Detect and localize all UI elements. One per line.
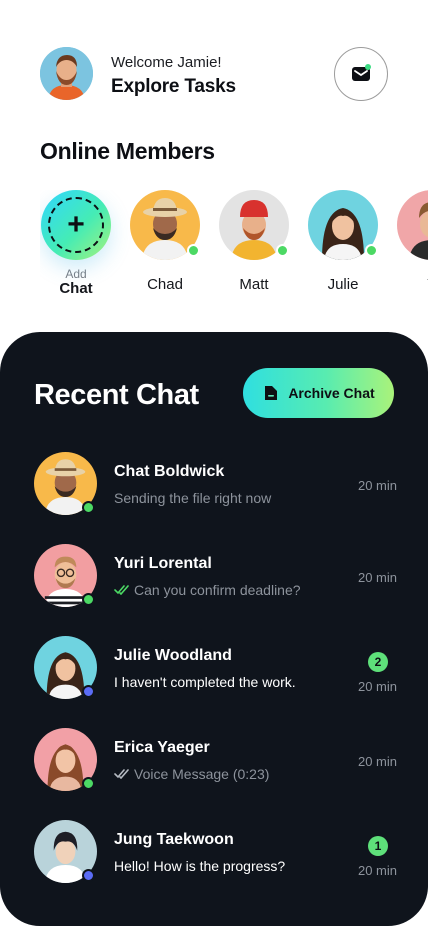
chat-name: Erica Yaeger xyxy=(114,739,210,756)
member-name: Matt xyxy=(239,276,269,293)
online-indicator xyxy=(365,244,378,257)
online-members-title: Online Members xyxy=(40,138,215,164)
notification-dot xyxy=(365,64,371,70)
unread-badge: 1 xyxy=(368,836,388,856)
chat-preview: Hello! How is the progress? xyxy=(114,858,285,874)
chat-time: 20 min xyxy=(357,863,397,878)
chat-preview: Voice Message (0:23) xyxy=(114,766,269,782)
chat-message: Hello! How is the progress? xyxy=(114,858,286,874)
online-indicator xyxy=(82,501,95,514)
messages-button[interactable] xyxy=(334,47,388,101)
archive-icon xyxy=(265,386,278,400)
chat-item[interactable]: Julie Woodland I haven't completed the w… xyxy=(0,636,428,728)
online-members-list[interactable]: + Add Chat Chad Matt Julie xyxy=(40,190,428,310)
chat-message: Can you confirm deadline? xyxy=(134,582,301,598)
chat-name: Yuri Lorental xyxy=(114,555,212,572)
add-chat-circle[interactable]: + xyxy=(41,190,111,260)
archive-chat-label: Archive Chat xyxy=(288,385,375,401)
member-item[interactable]: Y xyxy=(396,190,428,293)
chat-name: Jung Taekwoon xyxy=(114,831,234,848)
chat-list: Chat Boldwick Sending the file right now… xyxy=(0,452,428,912)
archive-chat-button[interactable]: Archive Chat xyxy=(243,368,394,418)
double-check-icon xyxy=(114,769,129,779)
online-indicator xyxy=(276,244,289,257)
welcome-text: Welcome Jamie! xyxy=(111,54,222,71)
chat-item[interactable]: Chat Boldwick Sending the file right now… xyxy=(0,452,428,544)
member-name: Chad xyxy=(147,276,183,293)
online-indicator xyxy=(187,244,200,257)
chat-item[interactable]: Erica Yaeger Voice Message (0:23) 20 min xyxy=(0,728,428,820)
member-name: Y xyxy=(396,276,428,293)
header: Welcome Jamie! Explore Tasks xyxy=(40,47,388,101)
unread-badge: 2 xyxy=(368,652,388,672)
online-indicator xyxy=(82,777,95,790)
online-indicator xyxy=(82,593,95,606)
chat-item[interactable]: Yuri Lorental Can you confirm deadline? … xyxy=(0,544,428,636)
recent-chat-title: Recent Chat xyxy=(34,379,199,411)
chat-message: I haven't completed the work. xyxy=(114,674,296,690)
add-chat-label: Chat xyxy=(59,280,93,298)
chat-preview: Can you confirm deadline? xyxy=(114,582,301,598)
chat-time: 20 min xyxy=(357,754,397,769)
recent-chat-panel: Recent Chat Archive Chat Chat Boldwick S… xyxy=(0,332,428,926)
online-indicator xyxy=(82,685,95,698)
online-indicator xyxy=(82,869,95,882)
member-name: Julie xyxy=(327,276,359,293)
member-item[interactable]: Julie xyxy=(307,190,379,293)
member-item[interactable]: Matt xyxy=(218,190,290,293)
chat-preview: I haven't completed the work. xyxy=(114,674,296,690)
avatar[interactable] xyxy=(40,47,93,100)
avatar xyxy=(397,190,428,260)
double-check-icon xyxy=(114,585,129,595)
chat-time: 20 min xyxy=(357,478,397,493)
chat-time: 20 min xyxy=(357,679,397,694)
chat-message: Voice Message (0:23) xyxy=(134,766,270,782)
add-chat-button[interactable]: + Add Chat xyxy=(40,190,112,298)
chat-preview: Sending the file right now xyxy=(114,490,271,506)
chat-time: 20 min xyxy=(357,570,397,585)
plus-icon: + xyxy=(48,197,104,253)
chat-item[interactable]: Jung Taekwoon Hello! How is the progress… xyxy=(0,820,428,912)
chat-name: Chat Boldwick xyxy=(114,463,225,480)
chat-message: Sending the file right now xyxy=(114,490,272,506)
page-title: Explore Tasks xyxy=(111,76,236,97)
member-item[interactable]: Chad xyxy=(129,190,201,293)
chat-name: Julie Woodland xyxy=(114,647,232,664)
